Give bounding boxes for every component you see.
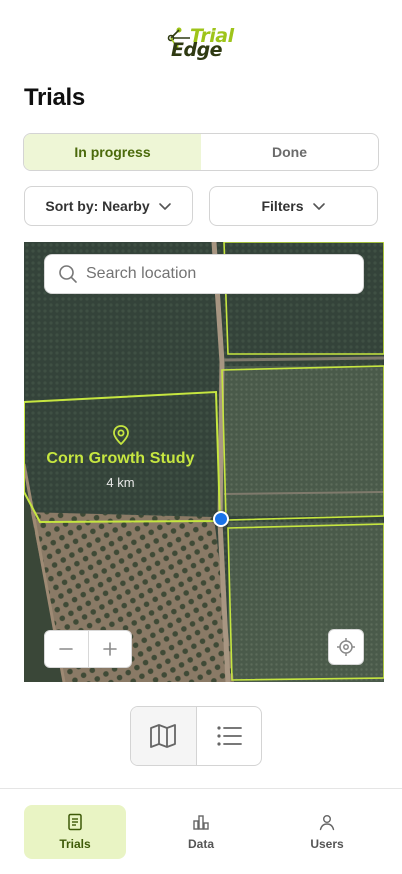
chevron-down-icon xyxy=(312,203,325,210)
sort-dropdown[interactable]: Sort by: Nearby xyxy=(24,186,193,226)
nav-item-users[interactable]: Users xyxy=(276,805,378,859)
tab-in-progress[interactable]: In progress xyxy=(24,134,201,170)
view-toggle xyxy=(130,706,262,766)
filters-dropdown[interactable]: Filters xyxy=(209,186,378,226)
trial-distance: 4 km xyxy=(106,475,135,490)
nav-label-trials: Trials xyxy=(59,837,91,851)
nav-item-data[interactable]: Data xyxy=(150,805,252,859)
map-pin-icon xyxy=(112,425,129,445)
nav-item-trials[interactable]: Trials xyxy=(24,805,126,859)
user-icon xyxy=(319,815,335,831)
zoom-out-button[interactable] xyxy=(45,631,89,667)
page-title: Trials xyxy=(24,84,85,111)
logo-word-edge: Edge xyxy=(171,39,223,61)
current-location-dot xyxy=(213,511,229,527)
crosshair-icon xyxy=(337,638,355,656)
search-location-input[interactable] xyxy=(86,265,346,283)
plus-icon xyxy=(102,642,117,656)
map-icon xyxy=(150,724,177,748)
list-icon xyxy=(217,726,242,746)
bottom-navigation: Trials Data Users xyxy=(0,788,402,874)
list-view-button[interactable] xyxy=(197,707,262,765)
bar-chart-icon xyxy=(193,815,209,830)
search-icon xyxy=(59,265,77,283)
status-segmented-control: In progress Done xyxy=(23,133,379,171)
zoom-in-button[interactable] xyxy=(89,631,132,667)
filters-label: Filters xyxy=(261,198,304,214)
trial-name: Corn Growth Study xyxy=(46,450,195,467)
map-view[interactable]: Corn Growth Study 4 km xyxy=(24,242,384,682)
trial-marker[interactable]: Corn Growth Study 4 km xyxy=(24,424,217,490)
tab-done[interactable]: Done xyxy=(201,134,378,170)
search-location-field[interactable] xyxy=(44,254,364,294)
zoom-control xyxy=(44,630,132,668)
trial-edge-logo: Trial Edge xyxy=(166,24,238,62)
chevron-down-icon xyxy=(158,203,171,210)
document-icon xyxy=(68,813,82,831)
minus-icon xyxy=(59,648,74,650)
sort-label: Sort by: Nearby xyxy=(45,198,150,214)
map-view-button[interactable] xyxy=(131,707,197,765)
locate-me-button[interactable] xyxy=(328,629,364,665)
nav-label-users: Users xyxy=(310,837,344,851)
nav-label-data: Data xyxy=(187,837,214,851)
